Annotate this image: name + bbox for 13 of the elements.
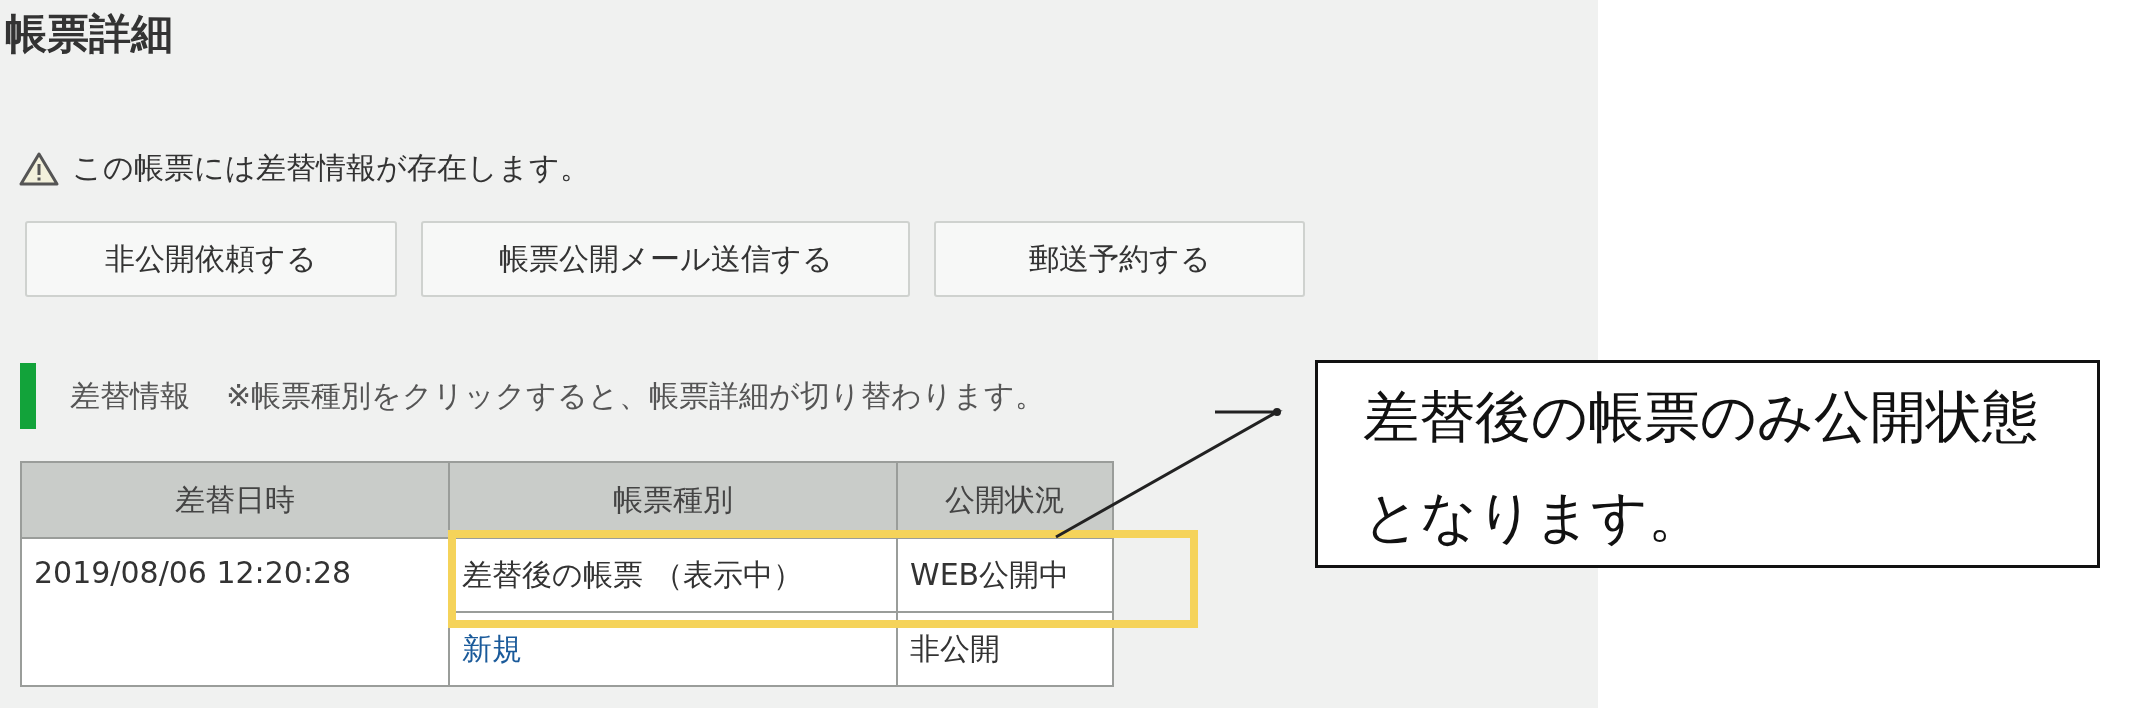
date-cell: 2019/08/06 12:20:28: [21, 538, 449, 686]
table-cell: WEB公開中: [897, 538, 1113, 612]
section-marker: [20, 363, 36, 429]
action-button[interactable]: 郵送予約する: [934, 221, 1305, 297]
column-header: 差替日時: [21, 462, 449, 538]
section-note: ※帳票種別をクリックすると、帳票詳細が切り替わります。: [226, 376, 1046, 415]
callout-text: 差替後の帳票のみ公開状態となります。: [1315, 360, 2100, 568]
notice-text: この帳票には差替情報が存在します。: [72, 149, 590, 187]
action-button[interactable]: 非公開依頼する: [25, 221, 397, 297]
action-button[interactable]: 帳票公開メール送信する: [421, 221, 910, 297]
section-title: 差替情報: [70, 376, 190, 415]
page-title: 帳票詳細: [5, 8, 173, 60]
warning-icon: [18, 150, 60, 187]
